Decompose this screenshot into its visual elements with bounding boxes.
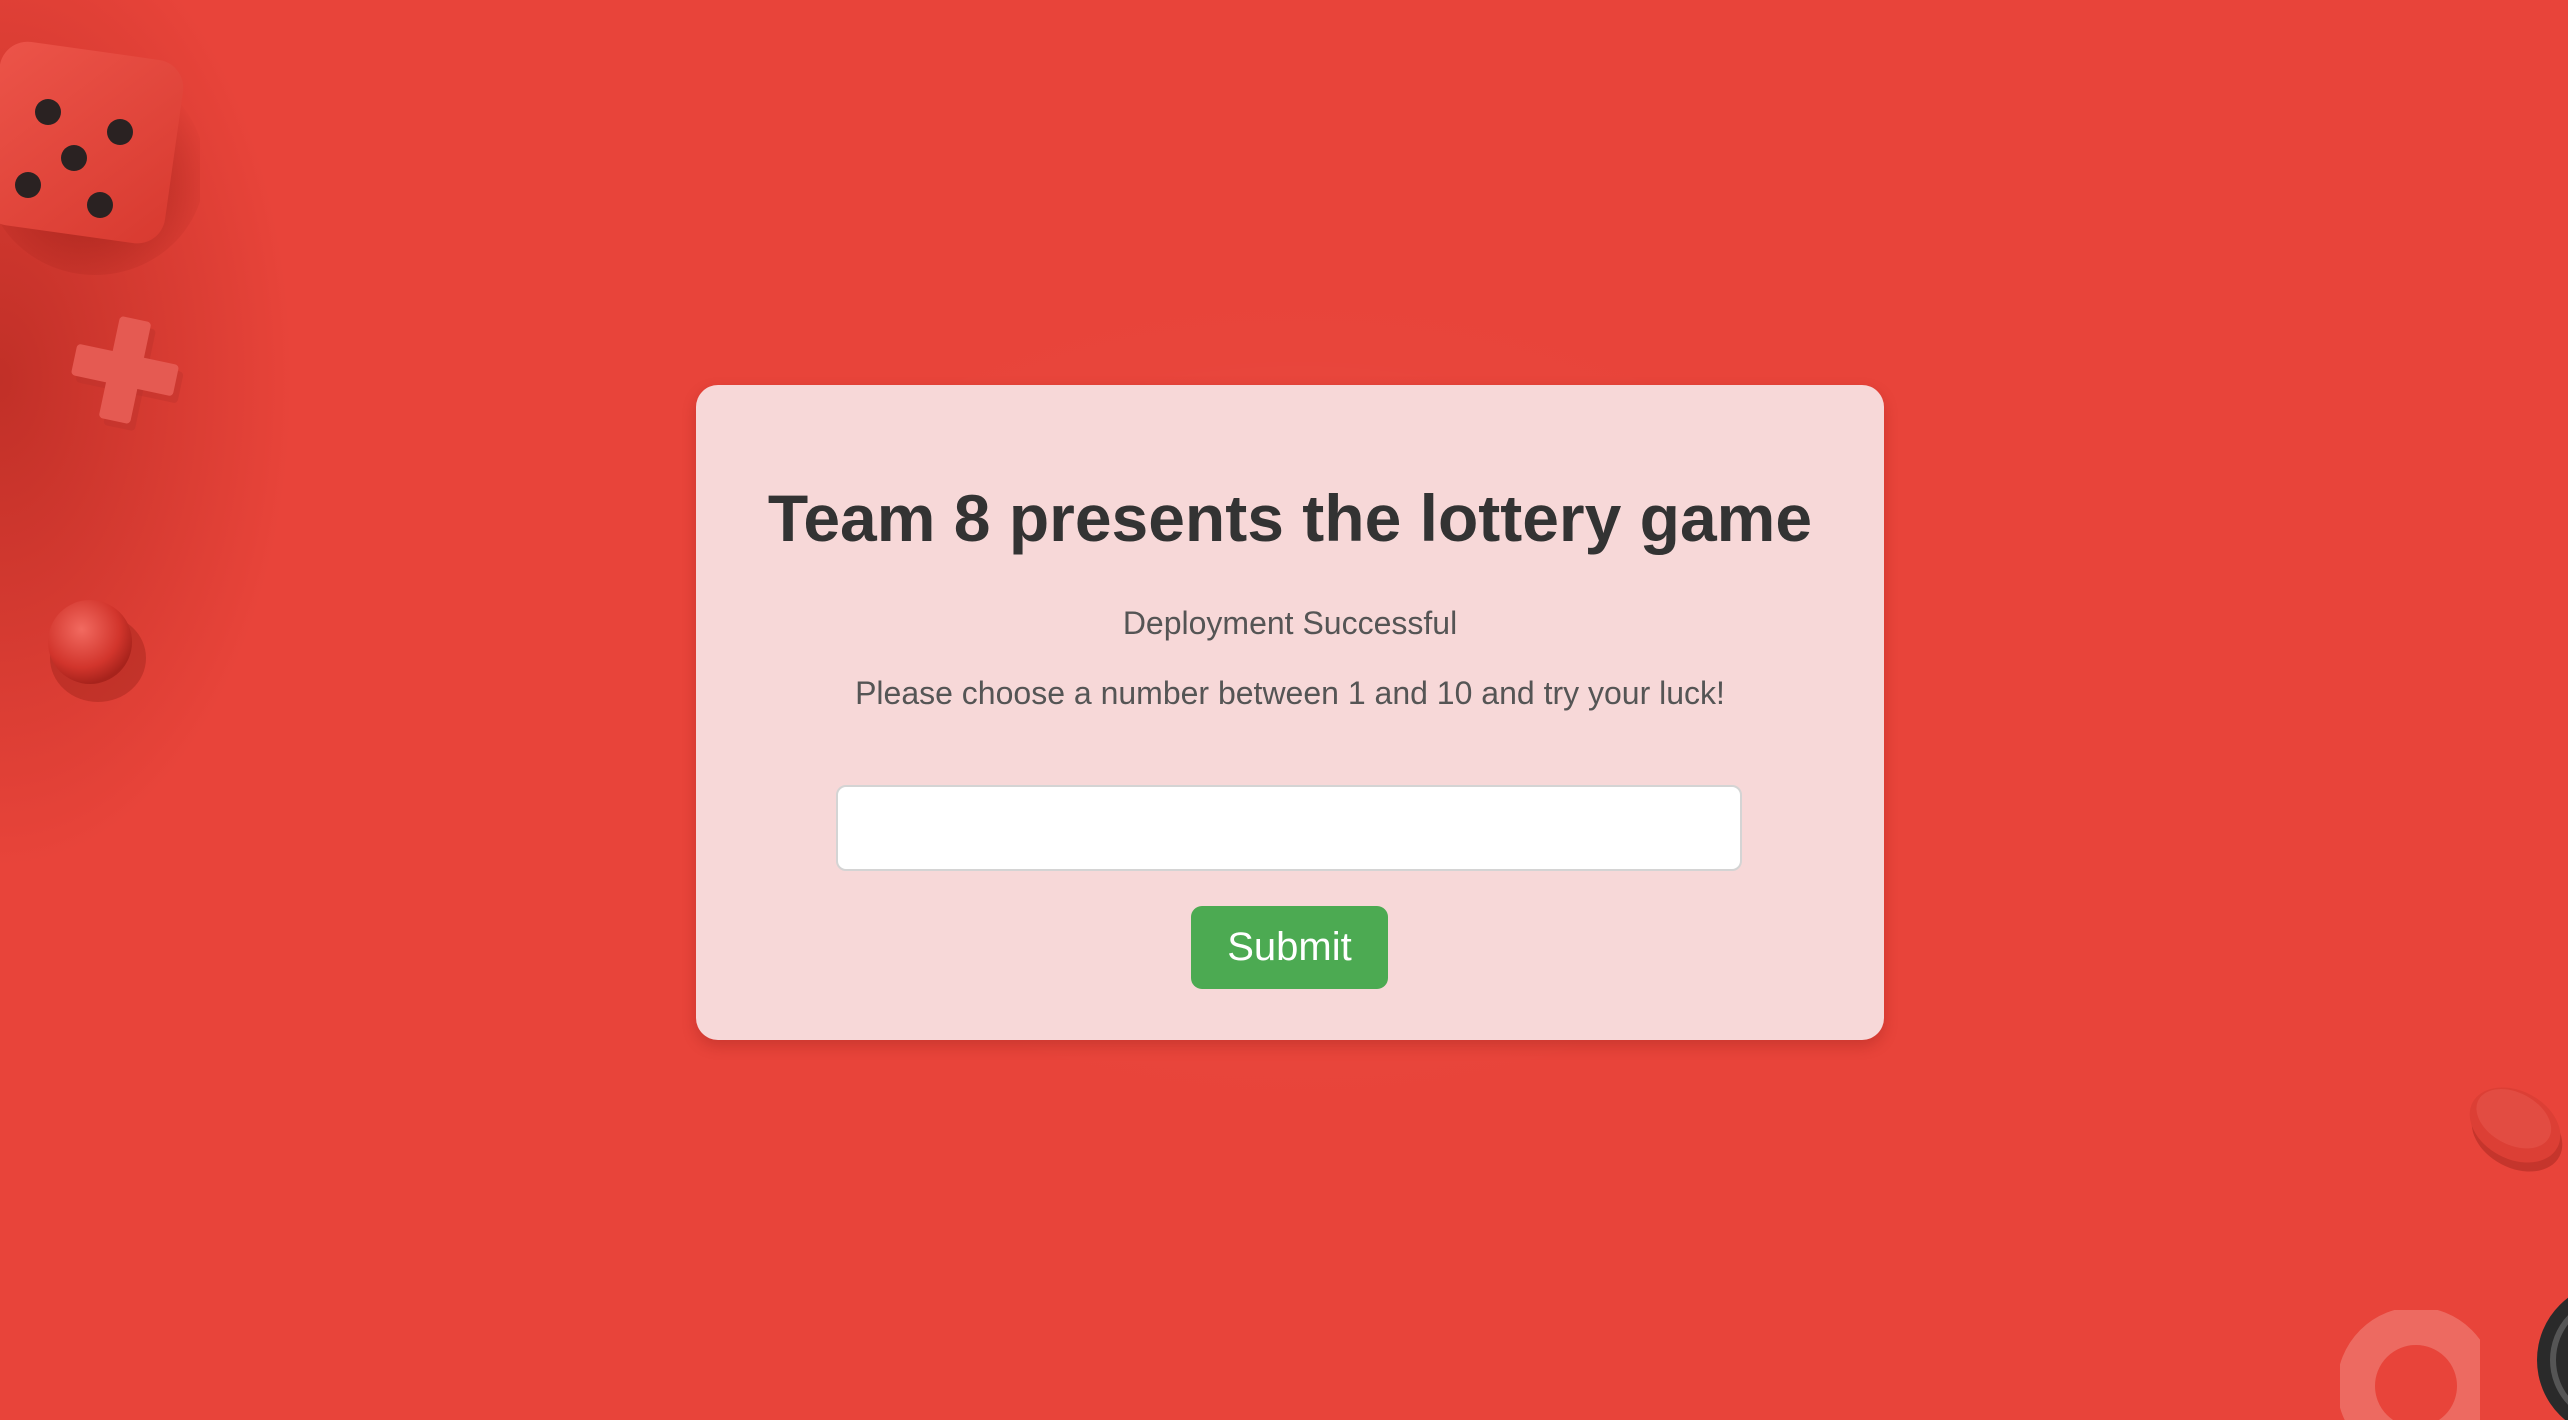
lottery-card: Team 8 presents the lottery game Deploym… — [696, 385, 1884, 1040]
page-title: Team 8 presents the lottery game — [767, 481, 1813, 555]
black-piece-icon — [2537, 1297, 2568, 1420]
instruction-text: Please choose a number between 1 and 10 … — [855, 675, 1725, 711]
disc-piece-icon — [2469, 1087, 2563, 1172]
submit-button[interactable]: Submit — [1191, 906, 1388, 989]
ring-piece-icon — [2340, 1310, 2480, 1420]
number-input[interactable] — [836, 785, 1742, 871]
ball-icon — [48, 600, 146, 702]
dice-icon — [0, 41, 200, 275]
deployment-status: Deployment Successful — [1122, 605, 1458, 641]
plus-shape-icon — [71, 316, 184, 431]
